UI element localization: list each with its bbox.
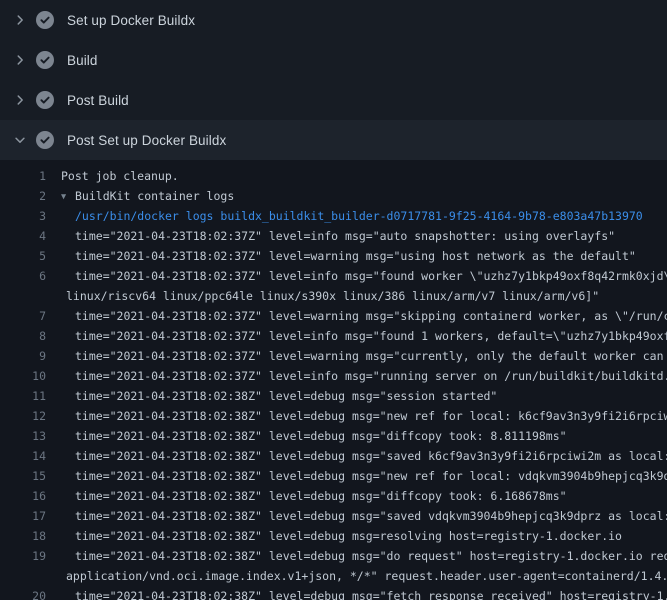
check-circle-icon xyxy=(36,51,54,69)
step-row-set-up-docker-buildx[interactable]: Set up Docker Buildx xyxy=(0,0,667,40)
log-line-text: linux/riscv64 linux/ppc64le linux/s390x … xyxy=(46,286,667,306)
log-line-text: time="2021-04-23T18:02:37Z" level=info m… xyxy=(46,266,667,286)
log-line-number[interactable]: 12 xyxy=(0,406,46,426)
chevron-right-icon xyxy=(12,92,28,108)
chevron-right-icon xyxy=(12,12,28,28)
log-line-text: time="2021-04-23T18:02:38Z" level=debug … xyxy=(46,526,667,546)
log-line: 17 time="2021-04-23T18:02:38Z" level=deb… xyxy=(0,506,667,526)
log-line: 5 time="2021-04-23T18:02:37Z" level=warn… xyxy=(0,246,667,266)
log-line-text: time="2021-04-23T18:02:38Z" level=debug … xyxy=(46,486,667,506)
log-line-number[interactable]: 8 xyxy=(0,326,46,346)
log-line-text: time="2021-04-23T18:02:37Z" level=warnin… xyxy=(46,346,667,366)
log-line-text: time="2021-04-23T18:02:38Z" level=debug … xyxy=(46,546,667,566)
log-line-number[interactable]: 7 xyxy=(0,306,46,326)
log-line-number[interactable]: 16 xyxy=(0,486,46,506)
log-line: 9 time="2021-04-23T18:02:37Z" level=warn… xyxy=(0,346,667,366)
log-line: 20 time="2021-04-23T18:02:38Z" level=deb… xyxy=(0,586,667,600)
log-line: 15 time="2021-04-23T18:02:38Z" level=deb… xyxy=(0,466,667,486)
log-line: 4 time="2021-04-23T18:02:37Z" level=info… xyxy=(0,226,667,246)
log-line-text: time="2021-04-23T18:02:38Z" level=debug … xyxy=(46,406,667,426)
log-panel[interactable]: 1 Post job cleanup. 2 ▼BuildKit containe… xyxy=(0,160,667,600)
log-line-text: time="2021-04-23T18:02:38Z" level=debug … xyxy=(46,426,667,446)
log-line-number[interactable]: 19 xyxy=(0,546,46,566)
log-line-number[interactable]: 5 xyxy=(0,246,46,266)
step-label: Post Set up Docker Buildx xyxy=(67,133,226,148)
log-line-text: time="2021-04-23T18:02:38Z" level=debug … xyxy=(46,466,667,486)
steps-list: Set up Docker Buildx Build Post Build xyxy=(0,0,667,160)
log-line-text: time="2021-04-23T18:02:38Z" level=debug … xyxy=(46,386,667,406)
log-line-number[interactable]: 20 xyxy=(0,586,46,600)
log-line: application/vnd.oci.image.index.v1+json,… xyxy=(0,566,667,586)
log-line-number[interactable]: 10 xyxy=(0,366,46,386)
log-line-text: time="2021-04-23T18:02:37Z" level=info m… xyxy=(46,366,667,386)
log-group-toggle-icon[interactable]: ▼ xyxy=(61,187,75,206)
log-line: 3 /usr/bin/docker logs buildx_buildkit_b… xyxy=(0,206,667,226)
log-line-text: time="2021-04-23T18:02:38Z" level=debug … xyxy=(46,506,667,526)
step-label: Build xyxy=(67,53,98,68)
log-line-number[interactable]: 6 xyxy=(0,266,46,286)
log-line: 19 time="2021-04-23T18:02:38Z" level=deb… xyxy=(0,546,667,566)
log-line: 8 time="2021-04-23T18:02:37Z" level=info… xyxy=(0,326,667,346)
step-label: Post Build xyxy=(67,93,129,108)
log-line-number[interactable]: 14 xyxy=(0,446,46,466)
log-line-text: /usr/bin/docker logs buildx_buildkit_bui… xyxy=(46,206,667,226)
log-line-text: time="2021-04-23T18:02:37Z" level=info m… xyxy=(46,226,667,246)
step-row-post-build[interactable]: Post Build xyxy=(0,80,667,120)
log-line: 13 time="2021-04-23T18:02:38Z" level=deb… xyxy=(0,426,667,446)
step-label: Set up Docker Buildx xyxy=(67,13,195,28)
log-line-number[interactable] xyxy=(0,286,46,306)
log-line: 12 time="2021-04-23T18:02:38Z" level=deb… xyxy=(0,406,667,426)
log-line-text: Post job cleanup. xyxy=(46,166,667,186)
log-line: linux/riscv64 linux/ppc64le linux/s390x … xyxy=(0,286,667,306)
log-line: 16 time="2021-04-23T18:02:38Z" level=deb… xyxy=(0,486,667,506)
log-line: 14 time="2021-04-23T18:02:38Z" level=deb… xyxy=(0,446,667,466)
log-line-text[interactable]: ▼BuildKit container logs xyxy=(46,186,667,206)
log-line-number[interactable]: 11 xyxy=(0,386,46,406)
log-line-number[interactable] xyxy=(0,566,46,586)
log-line: 7 time="2021-04-23T18:02:37Z" level=warn… xyxy=(0,306,667,326)
step-row-build[interactable]: Build xyxy=(0,40,667,80)
log-line-text: time="2021-04-23T18:02:38Z" level=debug … xyxy=(46,446,667,466)
check-circle-icon xyxy=(36,131,54,149)
check-circle-icon xyxy=(36,91,54,109)
log-line-text: time="2021-04-23T18:02:37Z" level=warnin… xyxy=(46,246,667,266)
log-line-number[interactable]: 13 xyxy=(0,426,46,446)
log-line-number[interactable]: 18 xyxy=(0,526,46,546)
log-line-number[interactable]: 15 xyxy=(0,466,46,486)
log-line-number[interactable]: 4 xyxy=(0,226,46,246)
log-line-text: time="2021-04-23T18:02:38Z" level=debug … xyxy=(46,586,667,600)
chevron-down-icon xyxy=(12,132,28,148)
log-line: 18 time="2021-04-23T18:02:38Z" level=deb… xyxy=(0,526,667,546)
log-line-number[interactable]: 1 xyxy=(0,166,46,186)
log-line-number[interactable]: 3 xyxy=(0,206,46,226)
log-line: 2 ▼BuildKit container logs xyxy=(0,186,667,206)
log-line: 10 time="2021-04-23T18:02:37Z" level=inf… xyxy=(0,366,667,386)
log-line: 1 Post job cleanup. xyxy=(0,166,667,186)
log-line-text: time="2021-04-23T18:02:37Z" level=info m… xyxy=(46,326,667,346)
log-line-text: time="2021-04-23T18:02:37Z" level=warnin… xyxy=(46,306,667,326)
log-line-number[interactable]: 2 xyxy=(0,186,46,206)
log-line-number[interactable]: 17 xyxy=(0,506,46,526)
actions-log-viewer: Set up Docker Buildx Build Post Build xyxy=(0,0,667,600)
log-line: 11 time="2021-04-23T18:02:38Z" level=deb… xyxy=(0,386,667,406)
check-circle-icon xyxy=(36,11,54,29)
log-line-text: application/vnd.oci.image.index.v1+json,… xyxy=(46,566,667,586)
step-row-post-set-up-docker-buildx[interactable]: Post Set up Docker Buildx xyxy=(0,120,667,160)
log-line-number[interactable]: 9 xyxy=(0,346,46,366)
chevron-right-icon xyxy=(12,52,28,68)
log-line: 6 time="2021-04-23T18:02:37Z" level=info… xyxy=(0,266,667,286)
